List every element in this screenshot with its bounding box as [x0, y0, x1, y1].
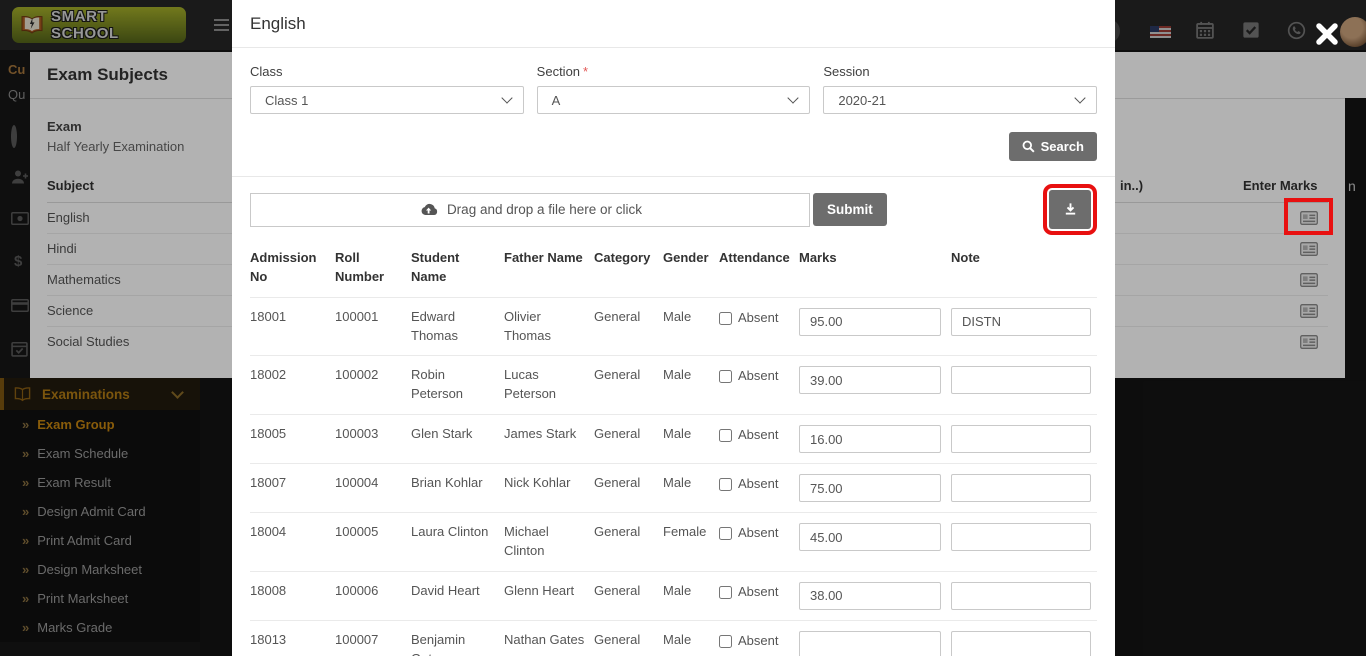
- note-input[interactable]: [951, 582, 1091, 610]
- marks-input[interactable]: [799, 523, 941, 551]
- search-button[interactable]: Search: [1009, 132, 1097, 161]
- download-button[interactable]: [1049, 190, 1091, 229]
- filters-row: Class Class 1 Section* A Session: [250, 64, 1097, 114]
- marks-input[interactable]: [799, 631, 941, 656]
- absent-checkbox[interactable]: [719, 312, 732, 325]
- close-icon[interactable]: [1312, 20, 1342, 50]
- modal-title: English: [232, 0, 1115, 48]
- session-label: Session: [823, 64, 1097, 79]
- section-select[interactable]: A: [537, 86, 811, 114]
- marks-entry-modal: English Class Class 1 Section* A: [232, 0, 1115, 656]
- marks-input[interactable]: [799, 366, 941, 394]
- absent-checkbox[interactable]: [719, 370, 732, 383]
- marks-input[interactable]: [799, 425, 941, 453]
- table-row: 18004 100005 Laura Clinton Michael Clint…: [250, 513, 1097, 572]
- file-dropzone[interactable]: Drag and drop a file here or click: [250, 193, 810, 227]
- note-input[interactable]: [951, 366, 1091, 394]
- absent-checkbox[interactable]: [719, 527, 732, 540]
- note-input[interactable]: [951, 425, 1091, 453]
- marks-table: Admission No Roll Number Student Name Fa…: [250, 245, 1097, 656]
- class-select[interactable]: Class 1: [250, 86, 524, 114]
- search-icon: [1022, 140, 1035, 153]
- table-row: 18001 100001 Edward Thomas Olivier Thoma…: [250, 297, 1097, 356]
- absent-checkbox[interactable]: [719, 429, 732, 442]
- table-header-row: Admission No Roll Number Student Name Fa…: [250, 245, 1097, 297]
- section-select-value: A: [552, 93, 561, 108]
- marks-input[interactable]: [799, 474, 941, 502]
- table-row: 18002 100002 Robin Peterson Lucas Peters…: [250, 356, 1097, 415]
- chevron-down-icon: [1074, 92, 1085, 103]
- table-row: 18007 100004 Brian Kohlar Nick Kohlar Ge…: [250, 464, 1097, 513]
- note-input[interactable]: [951, 523, 1091, 551]
- table-row: 18008 100006 David Heart Glenn Heart Gen…: [250, 571, 1097, 620]
- cloud-upload-icon: [418, 203, 439, 217]
- divider: [232, 176, 1115, 177]
- table-row: 18005 100003 Glen Stark James Stark Gene…: [250, 415, 1097, 464]
- chevron-down-icon: [501, 92, 512, 103]
- download-icon: [1063, 202, 1078, 217]
- chevron-down-icon: [788, 92, 799, 103]
- table-row: 18013 100007 Benjamin Gates Nathan Gates…: [250, 620, 1097, 656]
- absent-checkbox[interactable]: [719, 586, 732, 599]
- note-input[interactable]: [951, 631, 1091, 656]
- annotation-highlight-enter-marks: [1284, 198, 1333, 235]
- session-select[interactable]: 2020-21: [823, 86, 1097, 114]
- session-select-value: 2020-21: [838, 93, 886, 108]
- screen: SMART SCHOOL Cu Qu $: [0, 0, 1366, 656]
- absent-checkbox[interactable]: [719, 635, 732, 648]
- marks-input[interactable]: [799, 582, 941, 610]
- note-input[interactable]: [951, 474, 1091, 502]
- section-label: Section*: [537, 64, 811, 79]
- absent-checkbox[interactable]: [719, 478, 732, 491]
- class-label: Class: [250, 64, 524, 79]
- required-asterisk: *: [583, 64, 588, 79]
- marks-input[interactable]: [799, 308, 941, 336]
- note-input[interactable]: [951, 308, 1091, 336]
- class-select-value: Class 1: [265, 93, 308, 108]
- submit-button[interactable]: Submit: [813, 193, 887, 226]
